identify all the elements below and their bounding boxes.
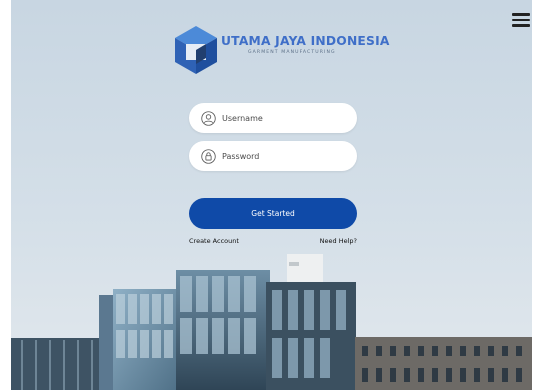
lock-icon [201, 148, 216, 164]
password-input[interactable] [222, 151, 342, 161]
hamburger-menu-icon[interactable] [512, 13, 530, 27]
need-help-link[interactable]: Need Help? [320, 237, 357, 245]
get-started-button[interactable]: Get Started [189, 198, 357, 229]
user-icon [201, 110, 216, 126]
password-field[interactable] [189, 141, 357, 171]
brand-name: UTAMA JAYA INDONESIA [221, 34, 390, 48]
login-screen: UTAMA JAYA INDONESIA GARMENT MANUFACTURI… [0, 0, 539, 390]
building-background-image [0, 0, 539, 390]
brand: UTAMA JAYA INDONESIA GARMENT MANUFACTURI… [221, 34, 390, 55]
create-account-link[interactable]: Create Account [189, 237, 239, 245]
username-input[interactable] [222, 113, 342, 123]
username-field[interactable] [189, 103, 357, 133]
brand-tagline: GARMENT MANUFACTURING [248, 50, 336, 55]
cube-logo-icon [175, 26, 217, 74]
